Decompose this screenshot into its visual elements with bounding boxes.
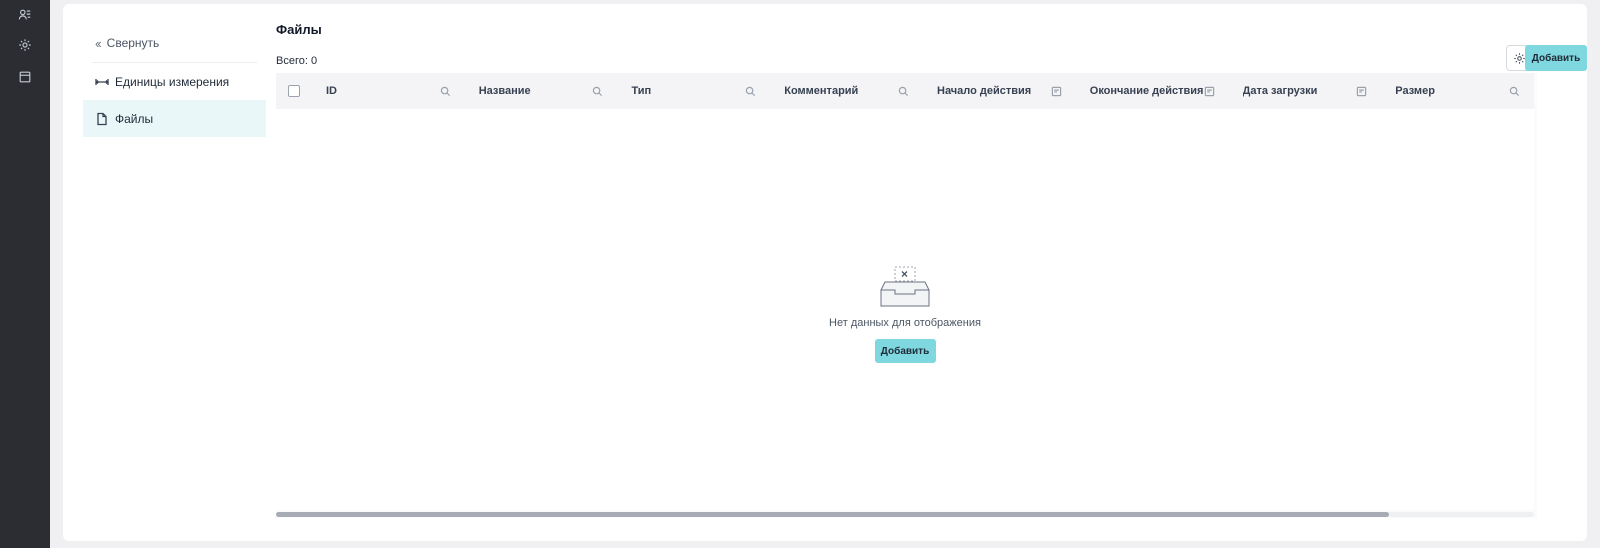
column-label: Окончание действия xyxy=(1089,85,1204,97)
empty-state: Нет данных для отображения Добавить xyxy=(276,264,1534,363)
select-all-cell xyxy=(276,73,312,109)
sidebar-item-units[interactable]: Единицы измерения xyxy=(83,63,266,100)
gear-icon[interactable] xyxy=(17,37,33,53)
search-icon[interactable] xyxy=(592,86,603,97)
column-header-size[interactable]: Размер xyxy=(1381,73,1534,109)
search-icon[interactable] xyxy=(745,86,756,97)
table-body: Нет данных для отображения Добавить xyxy=(276,109,1534,510)
ruler-icon xyxy=(95,75,109,89)
column-header-name[interactable]: Название xyxy=(465,73,618,109)
column-header-end-date[interactable]: Окончание действия xyxy=(1076,73,1229,109)
collapse-label: Свернуть xyxy=(106,36,160,50)
column-header-type[interactable]: Тип xyxy=(617,73,770,109)
files-table: ID Название Тип Комментарий Начало дейст… xyxy=(276,73,1537,518)
column-label: ID xyxy=(325,85,337,97)
search-icon[interactable] xyxy=(898,86,909,97)
calendar-filter-icon[interactable] xyxy=(1356,86,1367,97)
column-header-upload-date[interactable]: Дата загрузки xyxy=(1229,73,1382,109)
sidebar-item-files[interactable]: Файлы xyxy=(83,100,266,137)
gear-icon xyxy=(1513,52,1525,64)
calendar-filter-icon[interactable] xyxy=(1204,86,1215,97)
column-label: Дата загрузки xyxy=(1242,85,1318,97)
calendar-filter-icon[interactable] xyxy=(1051,86,1062,97)
sidebar-item-label: Единицы измерения xyxy=(115,74,230,89)
column-label: Тип xyxy=(631,85,652,97)
double-chevron-left-icon: ‹‹ xyxy=(95,35,102,51)
empty-box-icon xyxy=(880,266,930,307)
page-title: Файлы xyxy=(276,22,322,37)
column-label: Название xyxy=(478,85,531,97)
content-card: ‹‹ Свернуть Единицы измерения Файлы Файл… xyxy=(63,4,1587,541)
search-icon[interactable] xyxy=(1509,86,1520,97)
column-label: Комментарий xyxy=(784,85,859,97)
select-all-checkbox[interactable] xyxy=(287,85,300,97)
sidebar-item-label: Файлы xyxy=(115,111,154,126)
scrollbar-thumb[interactable] xyxy=(276,512,1389,517)
side-panel: ‹‹ Свернуть Единицы измерения Файлы xyxy=(83,28,266,137)
horizontal-scrollbar[interactable] xyxy=(276,512,1534,517)
empty-message: Нет данных для отображения xyxy=(829,317,981,329)
app-rail xyxy=(0,0,50,548)
column-header-start-date[interactable]: Начало действия xyxy=(923,73,1076,109)
column-label: Начало действия xyxy=(937,85,1032,97)
empty-add-button[interactable]: Добавить xyxy=(874,339,936,363)
add-button[interactable]: Добавить xyxy=(1525,45,1587,71)
file-icon xyxy=(95,112,109,126)
column-header-id[interactable]: ID xyxy=(312,73,465,109)
column-header-comment[interactable]: Комментарий xyxy=(770,73,923,109)
main-area: Файлы Всего: 0 Добавить ID Название Тип … xyxy=(276,4,1587,541)
users-icon[interactable] xyxy=(17,7,33,23)
total-count: Всего: 0 xyxy=(276,55,318,67)
calendar-icon[interactable] xyxy=(17,69,33,85)
table-header: ID Название Тип Комментарий Начало дейст… xyxy=(276,73,1534,109)
search-icon[interactable] xyxy=(440,86,451,97)
column-label: Размер xyxy=(1395,85,1435,97)
collapse-button[interactable]: ‹‹ Свернуть xyxy=(83,28,266,58)
